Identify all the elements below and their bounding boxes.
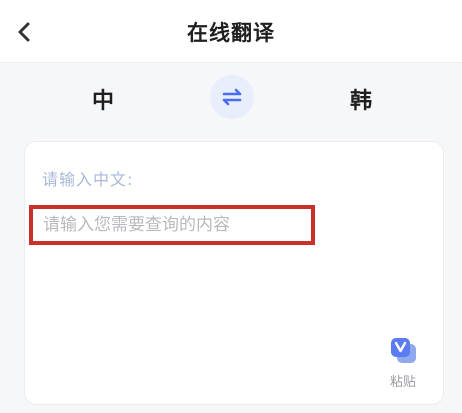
swap-arrows-icon <box>222 88 242 106</box>
language-bar: 中 韩 <box>0 63 462 133</box>
paste-icon <box>391 338 416 363</box>
paste-button[interactable]: 粘贴 <box>383 335 423 390</box>
query-input[interactable] <box>33 209 311 241</box>
input-hint: 请输入中文: <box>42 170 134 189</box>
input-card: 请输入中文: 粘贴 <box>24 141 444 405</box>
swap-languages-button[interactable] <box>210 75 254 119</box>
page-title: 在线翻译 <box>187 21 275 45</box>
target-language[interactable]: 韩 <box>350 83 372 115</box>
top-bar: 在线翻译 <box>0 0 462 62</box>
source-language[interactable]: 中 <box>92 83 114 115</box>
highlighted-input-box <box>29 205 315 245</box>
paste-label: 粘贴 <box>389 375 416 390</box>
